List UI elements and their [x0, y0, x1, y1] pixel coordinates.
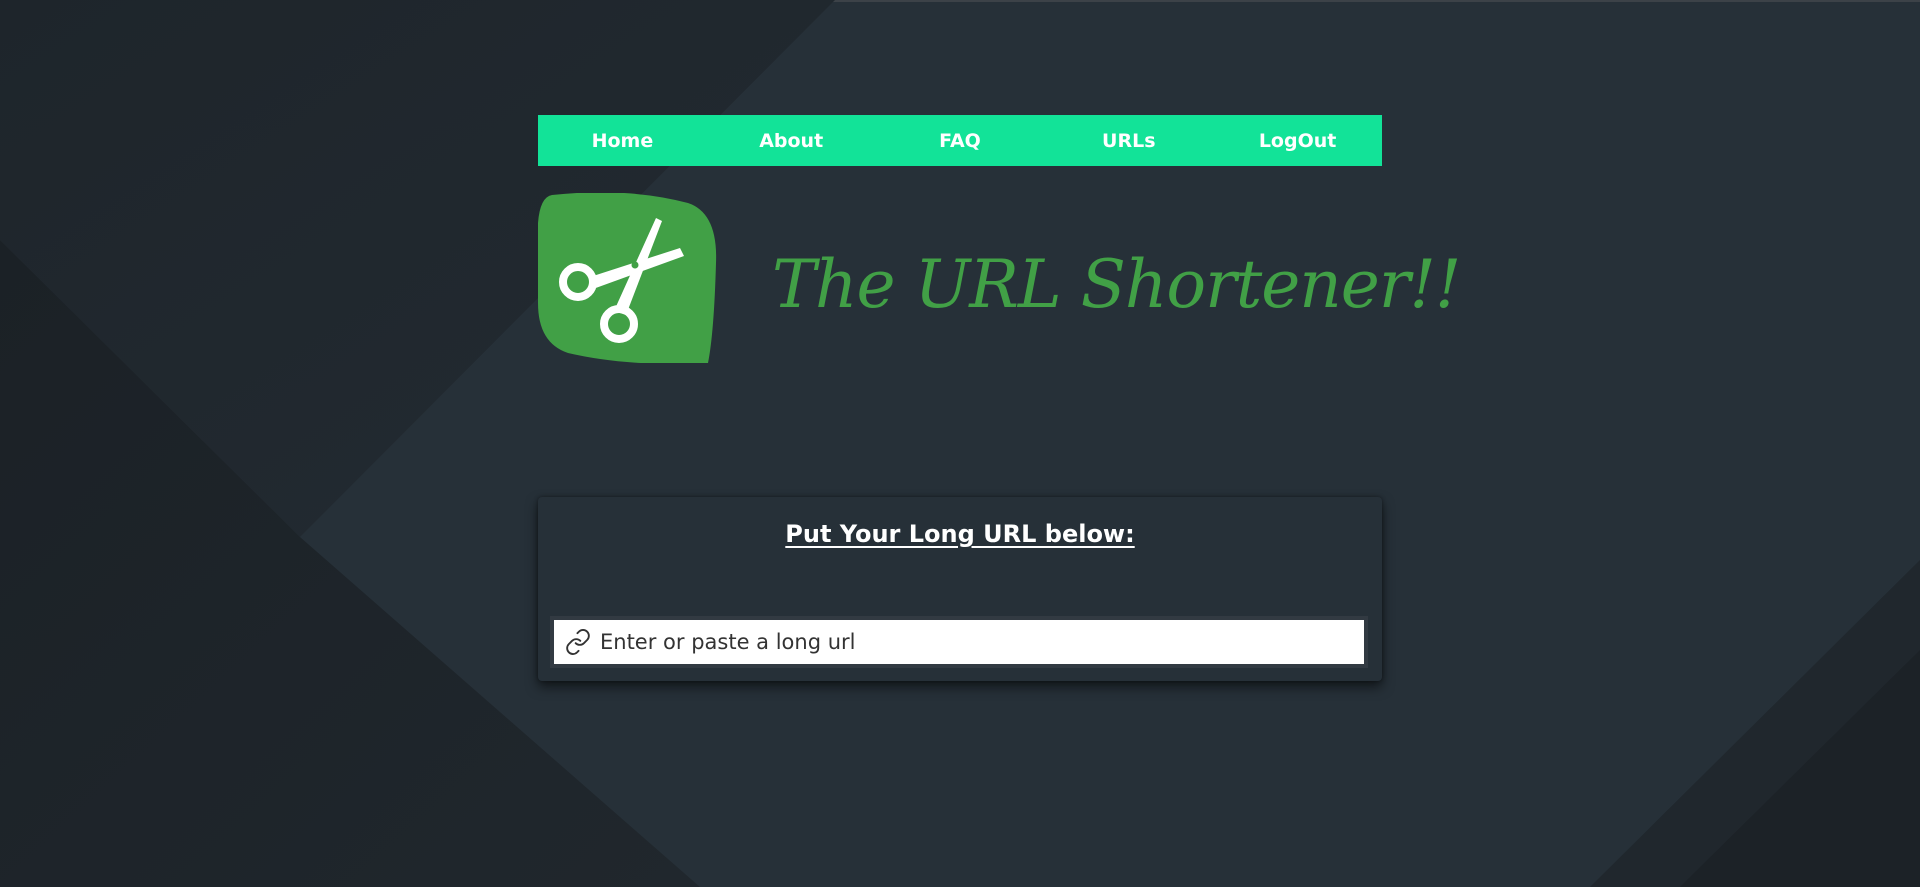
nav-logout-link[interactable]: LogOut [1213, 115, 1382, 166]
nav-home-link[interactable]: Home [538, 115, 707, 166]
url-input-container [550, 616, 1368, 668]
nav-faq-link[interactable]: FAQ [876, 115, 1045, 166]
nav-urls-link[interactable]: URLs [1044, 115, 1213, 166]
site-title: The URL Shortener!! [772, 246, 1461, 323]
scissors-icon [538, 193, 717, 363]
card-heading: Put Your Long URL below: [785, 520, 1135, 548]
main-navbar: Home About FAQ URLs LogOut [538, 115, 1382, 166]
link-icon [566, 629, 590, 655]
shorten-url-card: Put Your Long URL below: [538, 497, 1382, 681]
nav-about-link[interactable]: About [707, 115, 876, 166]
long-url-input[interactable] [600, 622, 1364, 662]
